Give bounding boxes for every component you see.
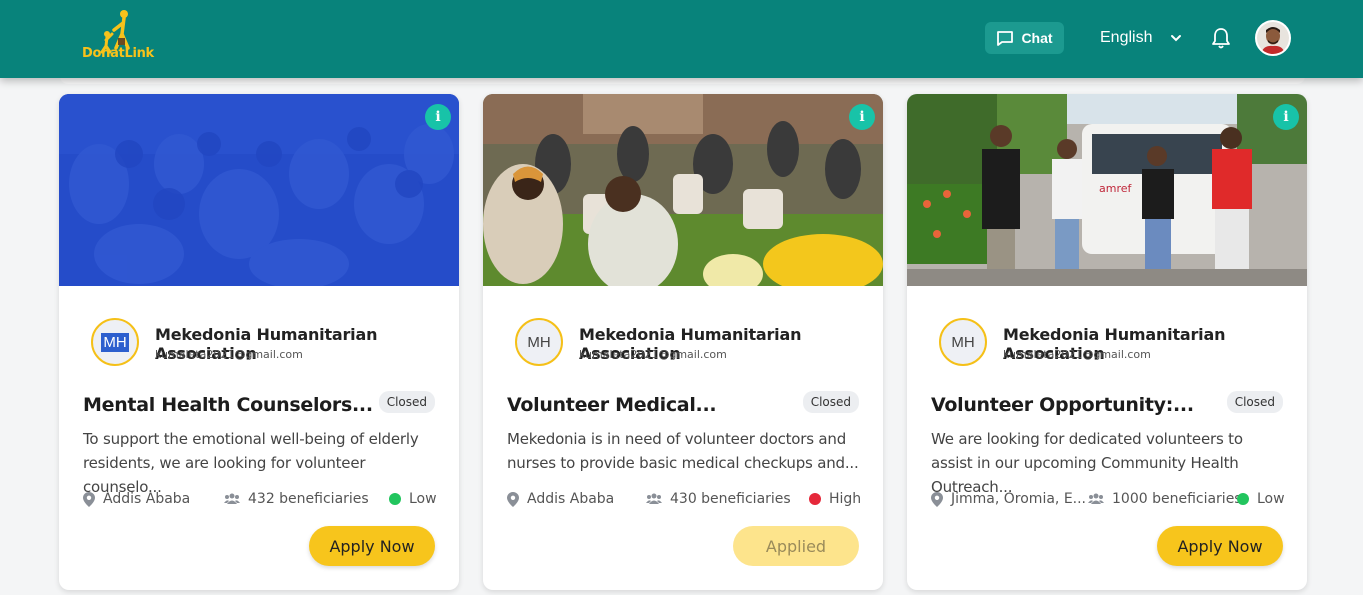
language-label: English — [1100, 29, 1153, 46]
org-initials: MH — [101, 332, 129, 352]
location-text: Addis Ababa — [103, 491, 191, 507]
priority-text: High — [829, 491, 862, 507]
org-email: kumaleta2021@gmail.com — [1003, 348, 1151, 361]
card-description: We are looking for dedicated volunteers … — [931, 430, 1243, 496]
opportunity-card[interactable]: amref i MH Mekedonia Humanitarian Associ… — [907, 94, 1307, 590]
map-pin-icon — [931, 491, 943, 507]
beneficiaries-text: 1000 beneficiaries — [1112, 491, 1242, 507]
info-icon[interactable]: i — [425, 104, 451, 130]
priority-dot — [389, 493, 401, 505]
medical-outreach-image — [483, 94, 883, 286]
bell-icon[interactable] — [1210, 26, 1232, 50]
status-badge: Closed — [378, 391, 435, 413]
org-email: kumaleta2021@gmail.com — [155, 348, 303, 361]
svg-text:amref: amref — [1099, 182, 1133, 195]
map-pin-icon — [83, 491, 95, 507]
status-badge: Closed — [802, 391, 859, 413]
priority-dot — [809, 493, 821, 505]
info-icon[interactable]: i — [1273, 104, 1299, 130]
priority-text: Low — [1257, 491, 1285, 507]
users-icon — [646, 493, 662, 504]
card-photo — [59, 94, 459, 286]
card-title: Volunteer Opportunity:... — [931, 394, 1194, 416]
card-description: Mekedonia is in need of volunteer doctor… — [507, 430, 859, 472]
donatlink-logo[interactable]: DonatLink — [80, 8, 156, 64]
org-avatar: MH — [515, 318, 563, 366]
opportunity-card[interactable]: i MH Mekedonia Humanitarian Association … — [59, 94, 459, 590]
beneficiaries: 430 beneficiaries — [646, 491, 791, 507]
status-badge: Closed — [1226, 391, 1283, 413]
priority-dot — [1237, 493, 1249, 505]
chat-button[interactable]: Chat — [985, 22, 1064, 54]
beneficiaries-text: 432 beneficiaries — [248, 491, 369, 507]
beneficiaries-text: 430 beneficiaries — [670, 491, 791, 507]
elderly-residents-image — [59, 94, 459, 286]
user-avatar[interactable] — [1255, 20, 1291, 56]
priority: Low — [389, 491, 437, 507]
info-icon[interactable]: i — [849, 104, 875, 130]
logo-text: DonatLink — [82, 46, 154, 61]
location-text: Jimma, Oromia, E... — [951, 491, 1087, 507]
org-initials: MH — [527, 333, 551, 351]
card-description: To support the emotional well-being of e… — [83, 430, 419, 496]
org-avatar: MH — [939, 318, 987, 366]
apply-now-button[interactable]: Apply Now — [309, 526, 435, 566]
priority: Low — [1237, 491, 1285, 507]
org-initials: MH — [951, 333, 975, 351]
users-icon — [224, 493, 240, 504]
card-title: Volunteer Medical... — [507, 394, 717, 416]
chat-label: Chat — [1021, 30, 1053, 46]
language-selector[interactable]: English — [1100, 29, 1182, 47]
top-navbar: DonatLink Chat English — [0, 0, 1363, 78]
card-photo — [483, 94, 883, 286]
org-email: kumaleta2021@gmail.com — [579, 348, 727, 361]
beneficiaries: 1000 beneficiaries — [1088, 491, 1242, 507]
opportunity-card[interactable]: i MH Mekedonia Humanitarian Association … — [483, 94, 883, 590]
location: Addis Ababa — [83, 491, 190, 507]
beneficiaries: 432 beneficiaries — [224, 491, 369, 507]
health-outreach-image: amref — [907, 94, 1307, 286]
location: Jimma, Oromia, E... — [931, 491, 1086, 507]
priority: High — [809, 491, 861, 507]
users-icon — [1088, 493, 1104, 504]
user-photo — [1257, 22, 1289, 54]
chat-bubble-icon — [997, 30, 1014, 46]
chevron-down-icon — [1171, 35, 1182, 42]
map-pin-icon — [507, 491, 519, 507]
card-title: Mental Health Counselors... — [83, 394, 373, 416]
location-text: Addis Ababa — [527, 491, 615, 507]
location: Addis Ababa — [507, 491, 614, 507]
apply-now-button[interactable]: Apply Now — [1157, 526, 1283, 566]
card-photo: amref — [907, 94, 1307, 286]
priority-text: Low — [409, 491, 437, 507]
applied-button[interactable]: Applied — [733, 526, 859, 566]
org-avatar: MH — [91, 318, 139, 366]
